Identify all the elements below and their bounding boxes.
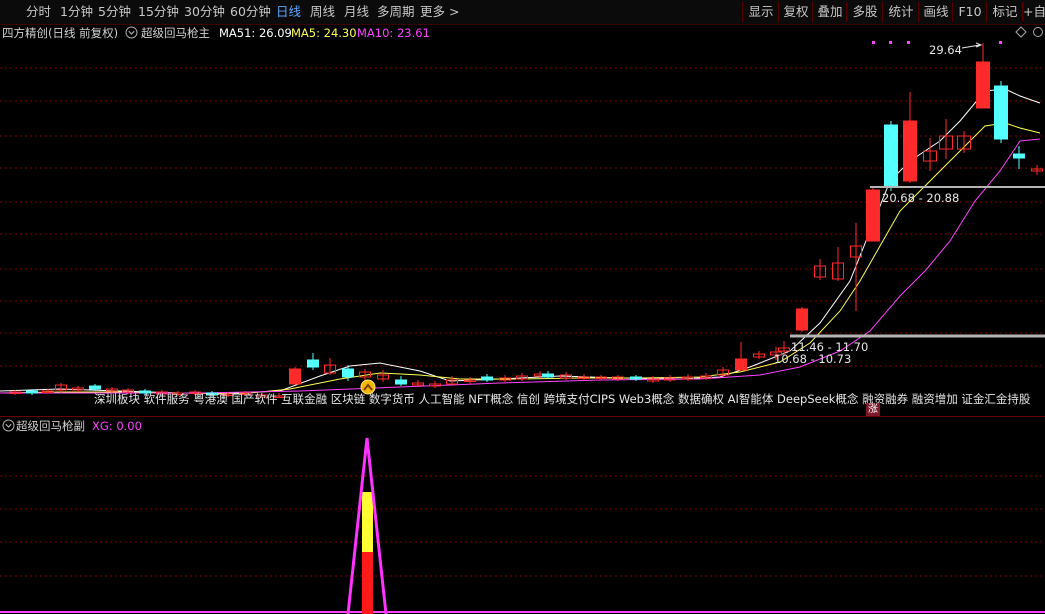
candle-body bbox=[994, 85, 1008, 140]
candle bbox=[395, 376, 407, 386]
sub-indicator-header: 超级回马枪副 XG: 0.00 bbox=[0, 418, 1045, 434]
ma5-value: MA5: 24.30 bbox=[291, 26, 357, 40]
high-price-label: 29.64 bbox=[929, 43, 962, 57]
panel-divider bbox=[0, 416, 1045, 417]
zone-upper-label: 20.68 - 20.88 bbox=[882, 191, 959, 205]
candle-body bbox=[89, 385, 101, 390]
candle-body bbox=[866, 189, 880, 242]
candle bbox=[578, 374, 590, 380]
candle bbox=[664, 375, 676, 382]
candle bbox=[595, 375, 607, 380]
signal-bar-yellow bbox=[362, 492, 373, 552]
candle bbox=[866, 186, 880, 242]
candle bbox=[516, 373, 528, 381]
tool-display-button[interactable]: 显示 bbox=[742, 2, 779, 22]
candle-body bbox=[289, 368, 301, 385]
main-grid bbox=[0, 67, 1045, 367]
tool-overlay-button[interactable]: 叠加 bbox=[812, 2, 847, 22]
candle bbox=[1031, 165, 1043, 175]
candle bbox=[307, 353, 319, 370]
period-1min[interactable]: 1分钟 bbox=[60, 4, 93, 20]
candle-body bbox=[481, 376, 493, 381]
sub-grid bbox=[0, 475, 1045, 577]
stock-title: 四方精创(日线 前复权) bbox=[2, 26, 119, 40]
concept-tags: 深圳板块 软件服务 粤港澳 国产软件 互联金融 区块链 数字货币 人工智能 NF… bbox=[94, 392, 1031, 406]
candle bbox=[903, 92, 917, 183]
candle bbox=[994, 81, 1008, 143]
main-indicator-name[interactable]: 超级回马枪主 bbox=[141, 25, 210, 41]
candle-body bbox=[26, 390, 38, 394]
period-5min[interactable]: 5分钟 bbox=[98, 4, 131, 20]
diamond-icon[interactable] bbox=[1015, 26, 1027, 42]
candle-body bbox=[342, 368, 354, 378]
signal-bar-red bbox=[362, 552, 373, 614]
period-15min[interactable]: 15分钟 bbox=[138, 4, 179, 20]
candle bbox=[464, 377, 476, 384]
candle bbox=[753, 351, 765, 359]
candle-body bbox=[903, 120, 917, 182]
tool-multistock-button[interactable]: 多股 bbox=[846, 2, 883, 22]
candle bbox=[717, 367, 729, 377]
candle-body bbox=[1013, 153, 1025, 159]
period-30min[interactable]: 30分钟 bbox=[184, 4, 225, 20]
zone-lower-label-2: 10.68 - 10.73 bbox=[774, 352, 851, 366]
price-annotations: 29.64 20.68 - 20.88 11.46 - 11.70 10.68 … bbox=[360, 41, 1045, 395]
top-marker-dot bbox=[907, 41, 910, 44]
candle bbox=[429, 381, 441, 388]
period-monthly[interactable]: 月线 bbox=[344, 4, 369, 20]
candle-body bbox=[307, 359, 319, 368]
candle bbox=[542, 371, 554, 379]
period-60min[interactable]: 60分钟 bbox=[230, 4, 271, 20]
tool-draw-button[interactable]: 画线 bbox=[918, 2, 953, 22]
candle bbox=[850, 223, 862, 311]
candle bbox=[481, 374, 493, 382]
period-daily[interactable]: 日线 bbox=[276, 4, 301, 20]
tool-adjust-button[interactable]: 复权 bbox=[778, 2, 813, 22]
top-marker-dot bbox=[999, 41, 1002, 44]
candle bbox=[735, 342, 747, 371]
top-marker-dot bbox=[889, 41, 892, 44]
candle bbox=[647, 376, 659, 383]
sub-indicator-name[interactable]: 超级回马枪副 bbox=[16, 418, 85, 434]
kline-chart[interactable]: 29.64 20.68 - 20.88 11.46 - 11.70 10.68 … bbox=[0, 41, 1045, 416]
period-multi[interactable]: 多周期 bbox=[377, 4, 415, 20]
candle-body bbox=[976, 61, 990, 109]
candle-body bbox=[796, 308, 808, 331]
candle bbox=[884, 121, 898, 191]
candle bbox=[796, 307, 808, 332]
candle bbox=[377, 370, 389, 382]
high-arrow-icon bbox=[961, 42, 983, 49]
tool-custom-button[interactable]: +自 bbox=[1022, 2, 1045, 22]
candle bbox=[682, 374, 694, 381]
tool-mark-button[interactable]: 标记 bbox=[986, 2, 1023, 22]
circle-marker-icon bbox=[1032, 26, 1044, 42]
candle bbox=[499, 375, 511, 382]
candle-body bbox=[884, 124, 898, 188]
tool-f10-button[interactable]: F10 bbox=[952, 2, 987, 22]
candle-body bbox=[735, 358, 747, 371]
candle bbox=[1013, 146, 1025, 169]
period-more[interactable]: 更多 > bbox=[420, 4, 459, 20]
ma51-value: MA51: 26.09 bbox=[219, 26, 292, 40]
candle-body bbox=[395, 379, 407, 385]
candle bbox=[55, 383, 67, 393]
candlestick-series bbox=[9, 43, 1043, 398]
candle bbox=[923, 138, 937, 171]
top-marker-dot bbox=[872, 41, 875, 44]
candle-body bbox=[630, 376, 642, 380]
sub-indicator-chart[interactable] bbox=[0, 434, 1045, 614]
period-toolbar: 分时 1分钟 5分钟 15分钟 30分钟 60分钟 日线 周线 月线 多周期 更… bbox=[0, 0, 1045, 25]
candle bbox=[976, 43, 990, 109]
period-weekly[interactable]: 周线 bbox=[310, 4, 335, 20]
candle bbox=[832, 247, 844, 281]
ma10-value: MA10: 23.61 bbox=[357, 26, 430, 40]
rise-badge: 涨 bbox=[866, 403, 880, 416]
tool-stats-button[interactable]: 统计 bbox=[882, 2, 919, 22]
candle-body bbox=[542, 373, 554, 378]
main-indicator-header: 四方精创(日线 前复权) 超级回马枪主 MA51: 26.09 MA5: 24.… bbox=[0, 25, 1045, 41]
xg-value: XG: 0.00 bbox=[92, 419, 142, 433]
period-fenshi[interactable]: 分时 bbox=[26, 4, 51, 20]
candle bbox=[289, 367, 301, 385]
